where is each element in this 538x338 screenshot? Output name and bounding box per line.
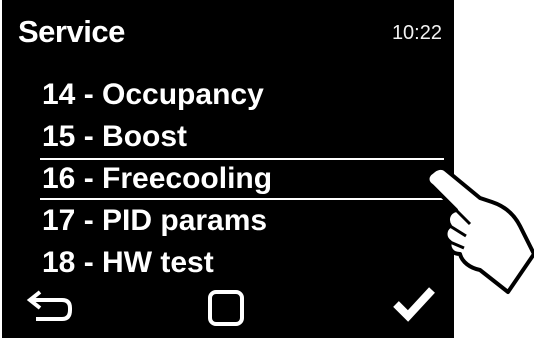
- device-screen: Service 10:22 14 - Occupancy 15 - Boost …: [2, 0, 454, 338]
- menu-item-boost[interactable]: 15 - Boost: [2, 116, 454, 158]
- menu-item-occupancy[interactable]: 14 - Occupancy: [2, 74, 454, 116]
- footer-bar: [2, 278, 454, 338]
- page-title: Service: [18, 14, 125, 49]
- service-menu: 14 - Occupancy 15 - Boost 16 - Freecooli…: [2, 74, 454, 284]
- menu-item-freecooling[interactable]: 16 - Freecooling: [40, 158, 444, 200]
- pointing-hand-icon: [416, 162, 536, 307]
- back-button[interactable]: [26, 286, 76, 331]
- back-arrow-icon: [26, 290, 72, 321]
- clock: 10:22: [391, 22, 442, 44]
- square-icon: [208, 290, 244, 326]
- home-button[interactable]: [206, 288, 246, 333]
- menu-item-pid-params[interactable]: 17 - PID params: [2, 200, 454, 242]
